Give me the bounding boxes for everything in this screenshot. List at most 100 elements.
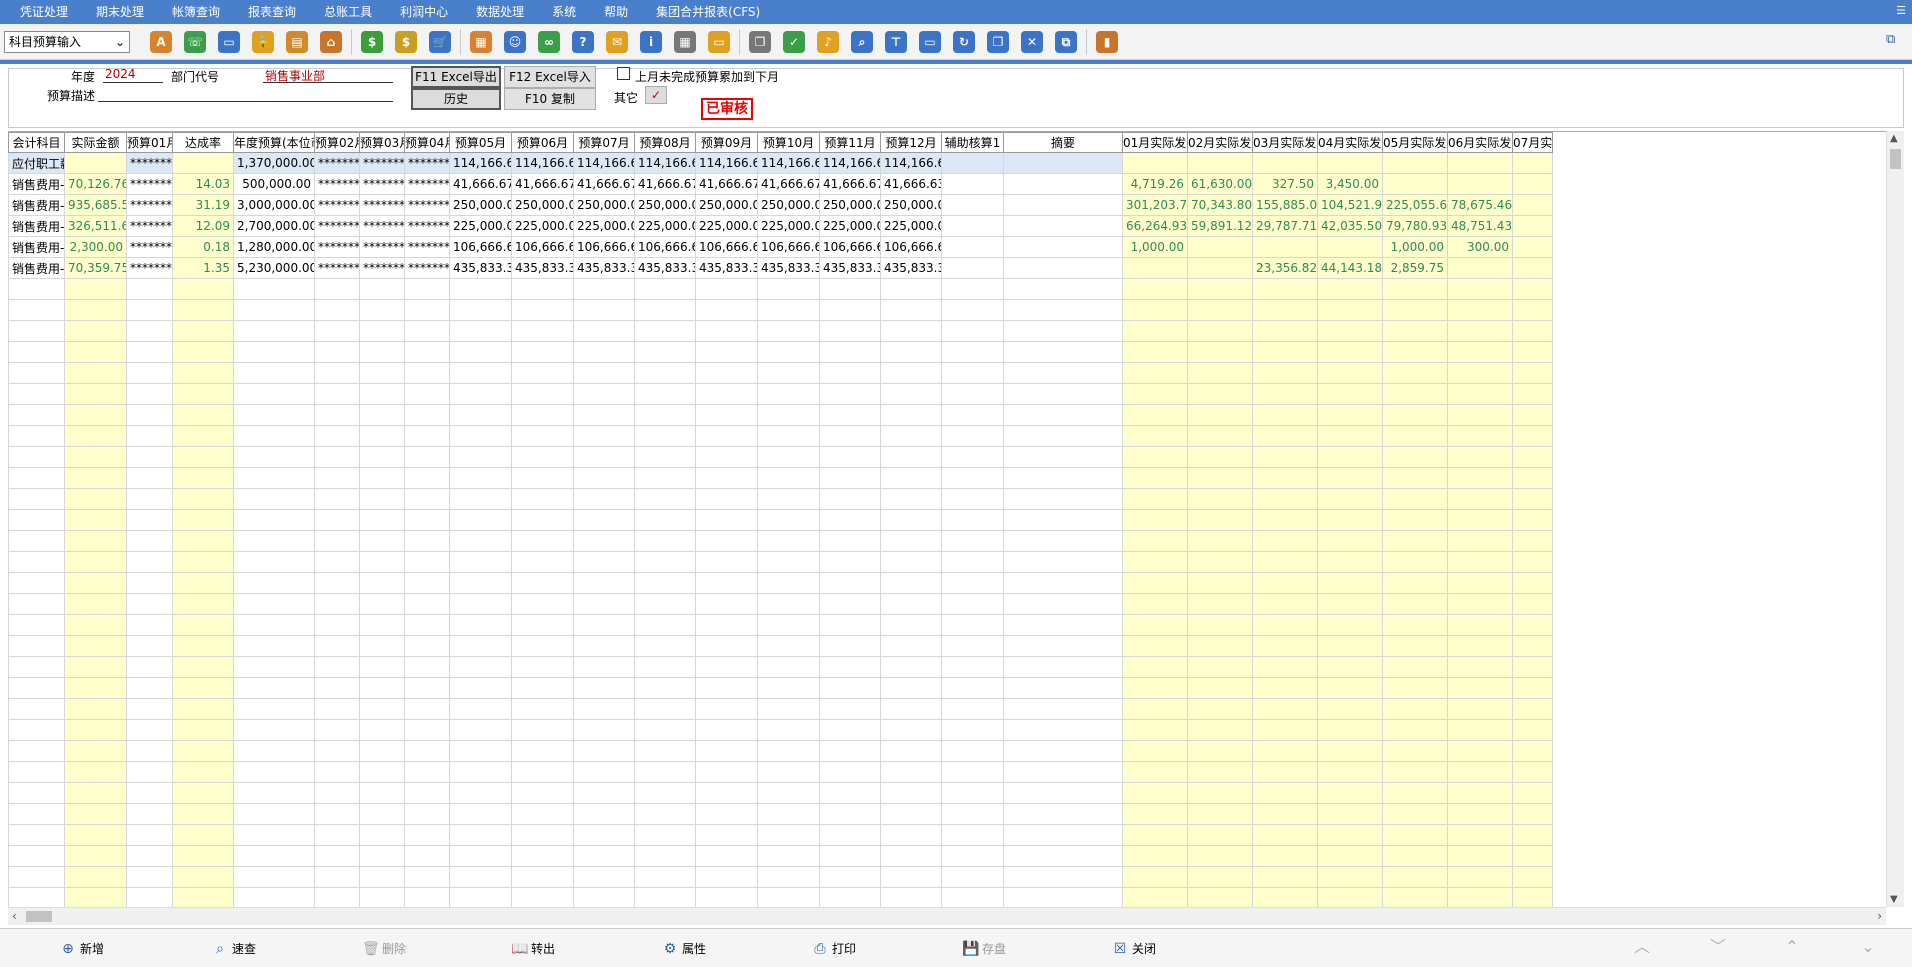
table-cell[interactable] [1382, 509, 1448, 531]
table-cell[interactable] [449, 341, 512, 363]
table-cell[interactable] [1003, 278, 1123, 300]
table-cell[interactable] [314, 635, 360, 657]
table-cell[interactable] [695, 740, 758, 762]
table-cell[interactable] [1122, 803, 1188, 825]
table-cell[interactable] [511, 593, 574, 615]
table-cell[interactable] [941, 257, 1004, 279]
table-cell[interactable] [1317, 236, 1383, 258]
table-cell[interactable] [880, 467, 942, 489]
excel-import-button[interactable]: F12 Excel导入 [504, 66, 596, 88]
table-cell[interactable] [1252, 740, 1318, 762]
table-cell[interactable] [172, 467, 234, 489]
table-cell[interactable] [695, 614, 758, 636]
table-cell[interactable] [233, 782, 315, 804]
table-cell[interactable] [64, 845, 127, 867]
table-cell[interactable] [1447, 698, 1513, 720]
table-cell[interactable] [880, 656, 942, 678]
table-cell[interactable] [1512, 152, 1553, 174]
table-cell[interactable] [880, 635, 942, 657]
table-cell[interactable] [511, 446, 574, 468]
table-cell[interactable]: ******* [404, 215, 450, 237]
table-cell[interactable] [1003, 362, 1123, 384]
table-cell[interactable] [404, 845, 450, 867]
table-cell[interactable] [126, 467, 173, 489]
table-cell[interactable] [1447, 299, 1513, 321]
table-cell[interactable]: 104,521.96 [1317, 194, 1383, 216]
table-cell[interactable]: 61,630.00 [1187, 173, 1253, 195]
table-cell[interactable] [757, 677, 820, 699]
table-cell[interactable]: 106,666.67 [695, 236, 758, 258]
table-row[interactable] [8, 446, 1553, 468]
table-row[interactable] [8, 677, 1553, 699]
table-cell[interactable] [880, 740, 942, 762]
table-cell[interactable] [1512, 572, 1553, 594]
table-cell[interactable] [359, 635, 405, 657]
table-cell[interactable] [126, 488, 173, 510]
table-cell[interactable] [511, 530, 574, 552]
table-cell[interactable] [314, 593, 360, 615]
table-cell[interactable] [1512, 488, 1553, 510]
table-cell[interactable] [573, 362, 635, 384]
table-cell[interactable] [1122, 488, 1188, 510]
table-row[interactable]: 销售费用-业务935,685.55*******31.193,000,000.0… [8, 194, 1553, 216]
phone-icon[interactable]: ☏ [178, 27, 212, 57]
table-cell[interactable] [172, 635, 234, 657]
table-cell[interactable] [880, 425, 942, 447]
table-row[interactable] [8, 866, 1553, 888]
table-cell[interactable] [573, 887, 635, 907]
table-cell[interactable] [941, 467, 1004, 489]
table-cell[interactable] [404, 488, 450, 510]
table-cell[interactable] [695, 341, 758, 363]
table-cell[interactable] [695, 383, 758, 405]
table-cell[interactable] [233, 614, 315, 636]
table-cell[interactable] [573, 488, 635, 510]
table-row[interactable] [8, 551, 1553, 573]
check-circle-icon[interactable]: ✓ [777, 27, 811, 57]
table-cell[interactable] [359, 593, 405, 615]
table-cell[interactable] [941, 173, 1004, 195]
table-cell[interactable] [1187, 635, 1253, 657]
table-cell[interactable]: 106,666.67 [819, 236, 881, 258]
table-cell[interactable] [8, 740, 65, 762]
table-cell[interactable] [1003, 173, 1123, 195]
table-cell[interactable]: 42,035.50 [1317, 215, 1383, 237]
table-cell[interactable]: 114,166.67 [511, 152, 574, 174]
table-cell[interactable] [449, 677, 512, 699]
table-cell[interactable] [1252, 824, 1318, 846]
table-cell[interactable] [172, 761, 234, 783]
table-cell[interactable] [8, 404, 65, 426]
table-cell[interactable] [573, 341, 635, 363]
table-cell[interactable] [1512, 278, 1553, 300]
dept-field[interactable]: 销售事业部 [263, 67, 393, 83]
table-cell[interactable] [511, 362, 574, 384]
table-cell[interactable] [1003, 446, 1123, 468]
table-cell[interactable] [634, 362, 696, 384]
copy-icon[interactable]: ❐ [743, 27, 777, 57]
table-cell[interactable] [64, 740, 127, 762]
table-cell[interactable] [404, 677, 450, 699]
table-cell[interactable]: 41,666.67 [573, 173, 635, 195]
table-cell[interactable] [695, 845, 758, 867]
table-cell[interactable] [172, 341, 234, 363]
table-cell[interactable] [1447, 803, 1513, 825]
table-cell[interactable] [1003, 467, 1123, 489]
table-cell[interactable] [695, 677, 758, 699]
table-cell[interactable] [511, 719, 574, 741]
table-cell[interactable] [359, 425, 405, 447]
table-cell[interactable] [233, 467, 315, 489]
table-cell[interactable] [511, 572, 574, 594]
table-cell[interactable] [233, 845, 315, 867]
table-cell[interactable] [1382, 761, 1448, 783]
table-cell[interactable] [1122, 824, 1188, 846]
table-cell[interactable] [1382, 152, 1448, 174]
table-cell[interactable] [1447, 257, 1513, 279]
table-cell[interactable] [634, 488, 696, 510]
table-cell[interactable] [449, 299, 512, 321]
table-cell[interactable] [941, 362, 1004, 384]
table-cell[interactable] [757, 425, 820, 447]
table-cell[interactable] [634, 866, 696, 888]
table-cell[interactable] [757, 866, 820, 888]
table-cell[interactable] [1317, 446, 1383, 468]
table-cell[interactable] [634, 467, 696, 489]
table-cell[interactable] [757, 467, 820, 489]
